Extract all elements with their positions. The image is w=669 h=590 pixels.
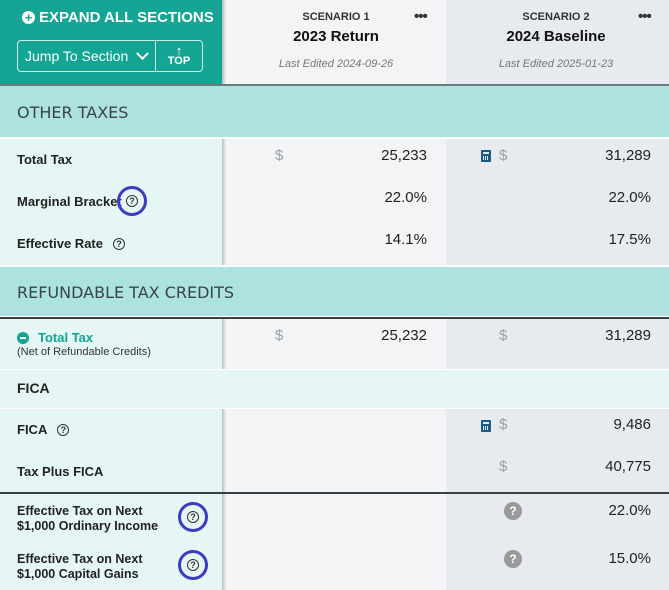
currency-symbol: $ <box>275 327 284 344</box>
section-title: REFUNDABLE TAX CREDITS <box>17 283 235 302</box>
scenario-2-total-tax[interactable]: 31,289 <box>555 147 651 164</box>
section-banner-other-taxes[interactable]: OTHER TAXES <box>0 86 669 138</box>
label-text: Marginal Bracket <box>17 194 122 209</box>
scenario-1-effective-rate: 14.1% <box>384 231 427 248</box>
scenario-2-last-edited: Last Edited 2025-01-23 <box>498 58 614 70</box>
jump-nav: Jump To Section ↑ TOP <box>17 40 203 72</box>
label-text: Total Tax <box>17 152 73 167</box>
label-line: $1,000 Ordinary Income <box>17 519 159 533</box>
scenario-2-marginal-bracket: 22.0% <box>608 189 651 206</box>
scenario-1-marginal-bracket: 22.0% <box>384 189 427 206</box>
row-label-effective-tax-capital-gains: Effective Tax on Next $1,000 Capital Gai… <box>17 552 143 582</box>
help-icon[interactable]: ? <box>187 559 199 571</box>
total-tax-net-label: Total Tax <box>38 330 94 345</box>
help-icon[interactable]: ? <box>57 423 70 436</box>
currency-symbol: $ <box>499 147 508 164</box>
scenario-1-title[interactable]: 2023 Return <box>226 28 446 45</box>
fica-subheading <box>0 370 669 408</box>
row-label-effective-tax-ordinary: Effective Tax on Next $1,000 Ordinary In… <box>17 504 158 534</box>
chevron-down-icon <box>136 46 149 60</box>
scenario-2-tax-plus-fica: 40,775 <box>605 458 651 475</box>
scenario-2-total-tax-net: 31,289 <box>605 327 651 344</box>
question-icon[interactable]: ? <box>504 502 522 520</box>
top-button[interactable]: ↑ TOP <box>156 41 202 71</box>
scenario-1-column <box>226 494 446 590</box>
scenario-2-effective-tax-ordinary: 22.0% <box>608 502 651 519</box>
scenario-2-effective-tax-capital-gains: 15.0% <box>608 550 651 567</box>
total-tax-sublabel: (Net of Refundable Credits) <box>17 346 151 358</box>
jump-to-section-select[interactable]: Jump To Section <box>18 41 156 71</box>
scenario-2-fica[interactable]: 9,486 <box>555 416 651 433</box>
section-title: OTHER TAXES <box>17 102 129 122</box>
scenario-2-label: SCENARIO 2 <box>522 11 590 23</box>
scenario-1-total-tax[interactable]: 25,233 <box>330 147 427 164</box>
jump-to-section-label: Jump To Section <box>25 48 129 64</box>
minus-circle-icon <box>17 331 29 344</box>
fica-heading: FICA <box>17 380 50 396</box>
calculator-icon[interactable] <box>481 150 491 162</box>
help-icon[interactable]: ? <box>126 195 138 207</box>
top-label: TOP <box>167 55 191 67</box>
scenario-1-column <box>226 409 446 492</box>
expand-all-label: EXPAND ALL SECTIONS <box>39 9 214 26</box>
scenario-2-effective-rate: 17.5% <box>608 231 651 248</box>
calculator-icon[interactable] <box>481 420 491 432</box>
scenario-1-label: SCENARIO 1 <box>302 11 370 23</box>
scenario-2-more-icon[interactable]: ••• <box>638 8 652 25</box>
currency-symbol: $ <box>499 458 508 475</box>
currency-symbol: $ <box>499 416 508 433</box>
row-label-marginal-bracket: Marginal Bracket <box>17 194 122 209</box>
label-line: $1,000 Capital Gains <box>17 567 139 581</box>
row-label-effective-rate: Effective Rate ? <box>17 236 125 251</box>
row-label-total-tax: Total Tax <box>17 152 72 167</box>
label-text: FICA <box>17 422 48 437</box>
total-tax-toggle[interactable]: Total Tax <box>17 330 93 345</box>
scenario-1-total-tax-net: 25,232 <box>381 327 427 344</box>
currency-symbol: $ <box>275 147 284 164</box>
label-line: Effective Tax on Next <box>17 552 143 566</box>
help-icon[interactable]: ? <box>187 511 199 523</box>
row-label-fica: FICA ? <box>17 422 70 437</box>
scenario-1-more-icon[interactable]: ••• <box>414 8 428 25</box>
plus-circle-icon: + <box>22 11 35 24</box>
question-icon[interactable]: ? <box>504 550 522 568</box>
row-label-tax-plus-fica: Tax Plus FICA <box>17 464 103 479</box>
scenario-1-last-edited: Last Edited 2024-09-26 <box>278 58 394 70</box>
label-text: Effective Rate <box>17 236 103 251</box>
help-icon[interactable]: ? <box>112 237 125 250</box>
section-banner-refundable-tax-credits[interactable]: REFUNDABLE TAX CREDITS <box>0 267 669 318</box>
label-line: Effective Tax on Next <box>17 504 143 518</box>
expand-all-sections-button[interactable]: + EXPAND ALL SECTIONS <box>22 9 214 26</box>
currency-symbol: $ <box>499 327 508 344</box>
scenario-2-title[interactable]: 2024 Baseline <box>446 28 666 45</box>
label-text: Tax Plus FICA <box>17 464 104 479</box>
